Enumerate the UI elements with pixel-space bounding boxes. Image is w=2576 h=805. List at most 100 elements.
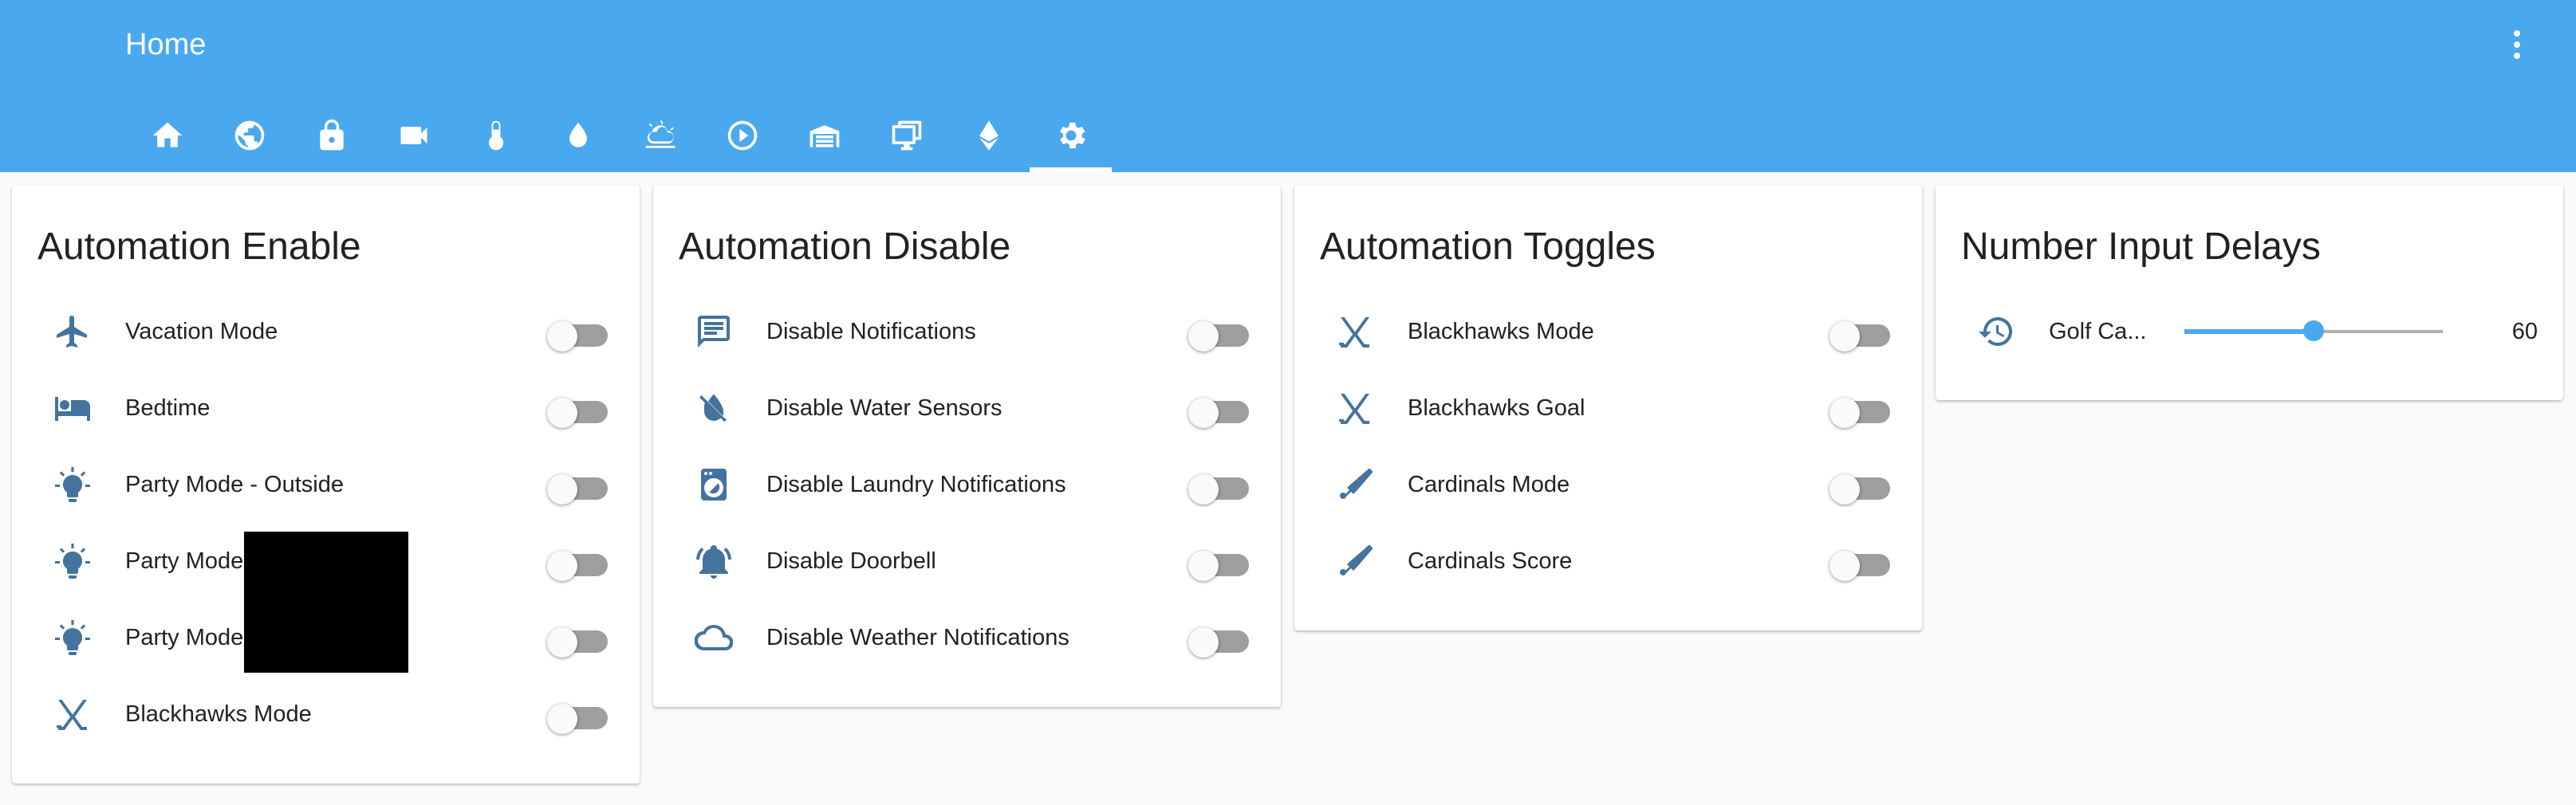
entity-name: Golf Ca... (2049, 319, 2147, 344)
lightbulb-icon (53, 618, 92, 657)
entity-row: Disable Doorbell (653, 523, 1281, 599)
tab-lock[interactable] (290, 105, 372, 172)
entity-name: Party Mode (125, 625, 244, 650)
airplane-icon (53, 312, 92, 351)
input-number-row: Golf Ca... 60 (1936, 293, 2563, 370)
tab-monitor[interactable] (865, 105, 947, 172)
toggle-switch[interactable] (547, 623, 608, 658)
play-circle-icon (727, 120, 757, 151)
toggle-switch[interactable] (1830, 394, 1890, 428)
redaction-box (244, 532, 408, 673)
automation-toggles-card: Automation Toggles Blackhawks Mode Black… (1294, 185, 1922, 630)
cloud-outline-icon (694, 618, 734, 657)
dots-vertical-icon[interactable] (2501, 24, 2533, 65)
toggle-switch[interactable] (1830, 547, 1890, 581)
tab-camera[interactable] (372, 105, 455, 172)
entity-row: Blackhawks Mode (12, 676, 640, 752)
toggle-switch[interactable] (547, 317, 608, 351)
card-title: Automation Toggles (1320, 226, 1656, 268)
entity-row: Disable Water Sensors (653, 370, 1281, 446)
entity-name: Bedtime (125, 395, 211, 421)
card-title: Automation Disable (679, 226, 1011, 268)
bed-icon (53, 389, 92, 427)
toggle-switch[interactable] (1188, 470, 1249, 505)
entity-row: Disable Laundry Notifications (653, 446, 1281, 523)
entity-name: Vacation Mode (125, 319, 278, 344)
view-tabs (126, 105, 1112, 172)
entity-row: Bedtime (12, 370, 640, 446)
delay-slider[interactable] (2184, 320, 2443, 341)
lightbulb-icon (53, 542, 92, 580)
tab-earth[interactable] (208, 105, 290, 172)
entity-row: Cardinals Score (1294, 523, 1922, 599)
lock-icon (319, 119, 344, 151)
tab-weather[interactable] (619, 105, 701, 172)
slider-handle[interactable] (2303, 320, 2324, 341)
message-text-icon (695, 312, 733, 351)
toggle-switch[interactable] (1188, 623, 1249, 658)
tab-home[interactable] (126, 105, 208, 172)
entity-name: Party Mode - Outside (125, 472, 344, 497)
entity-row: Cardinals Mode (1294, 446, 1922, 523)
toggle-switch[interactable] (1188, 394, 1249, 428)
tab-garage[interactable] (783, 105, 865, 172)
automation-disable-card: Automation Disable Disable Notifications… (653, 185, 1281, 707)
tab-water[interactable] (537, 105, 619, 172)
entity-name: Disable Weather Notifications (766, 625, 1069, 650)
gear-icon (1059, 122, 1085, 149)
toggle-switch[interactable] (547, 547, 608, 581)
earth-icon (234, 120, 264, 151)
hockey-sticks-icon (1336, 312, 1374, 351)
entity-name: Cardinals Score (1408, 548, 1573, 574)
entity-row: Blackhawks Mode (1294, 293, 1922, 370)
toggle-switch[interactable] (1188, 547, 1249, 581)
app-toolbar: Home (0, 0, 2576, 172)
video-camera-icon (400, 127, 427, 144)
number-input-delays-card: Number Input Delays Golf Ca... 60 (1936, 185, 2563, 400)
tab-climate[interactable] (455, 105, 537, 172)
entity-row: Blackhawks Goal (1294, 370, 1922, 446)
toggle-switch[interactable] (1830, 470, 1890, 505)
entity-name: Disable Water Sensors (766, 395, 1002, 421)
hockey-sticks-icon (1336, 389, 1374, 427)
baseball-bat-icon (1336, 465, 1374, 504)
toggle-switch[interactable] (547, 700, 608, 734)
entity-row: Disable Weather Notifications (653, 599, 1281, 676)
toggle-switch[interactable] (1830, 317, 1890, 351)
tab-settings[interactable] (1030, 105, 1112, 172)
entity-name: Blackhawks Mode (1408, 319, 1594, 344)
entity-row: Party Mode - Outside (12, 446, 640, 523)
thermometer-icon (488, 120, 503, 151)
entity-name: Blackhawks Mode (125, 701, 312, 727)
toggle-switch[interactable] (547, 470, 608, 505)
card-title: Automation Enable (37, 226, 361, 268)
card-title: Number Input Delays (1961, 226, 2321, 268)
monitor-icon (892, 120, 921, 151)
entity-row: Disable Notifications (653, 293, 1281, 370)
entity-name: Disable Doorbell (766, 548, 936, 574)
washing-machine-icon (695, 465, 733, 504)
ethereum-icon (979, 120, 998, 151)
tab-ethereum[interactable] (947, 105, 1030, 172)
water-off-icon (695, 389, 733, 427)
baseball-bat-icon (1336, 542, 1374, 580)
home-icon (152, 122, 182, 147)
toggle-switch[interactable] (1188, 317, 1249, 351)
slider-value: 60 (2511, 319, 2538, 344)
bell-ring-icon (695, 542, 733, 580)
history-icon (1977, 312, 2015, 351)
entity-name: Disable Laundry Notifications (766, 472, 1066, 497)
toggle-switch[interactable] (547, 394, 608, 428)
weather-partly-cloudy-icon (645, 120, 675, 148)
water-drop-icon (569, 122, 587, 147)
tab-media[interactable] (701, 105, 783, 172)
entity-name: Blackhawks Goal (1408, 395, 1585, 421)
entity-name: Disable Notifications (766, 319, 976, 344)
automation-enable-card: Automation Enable Vacation Mode Bedtime … (12, 185, 640, 783)
entity-row: Vacation Mode (12, 293, 640, 370)
page-title: Home (125, 28, 207, 61)
entity-name: Cardinals Mode (1408, 472, 1570, 497)
entity-name: Party Mode (125, 548, 244, 574)
lightbulb-icon (53, 465, 92, 504)
garage-icon (809, 125, 839, 147)
